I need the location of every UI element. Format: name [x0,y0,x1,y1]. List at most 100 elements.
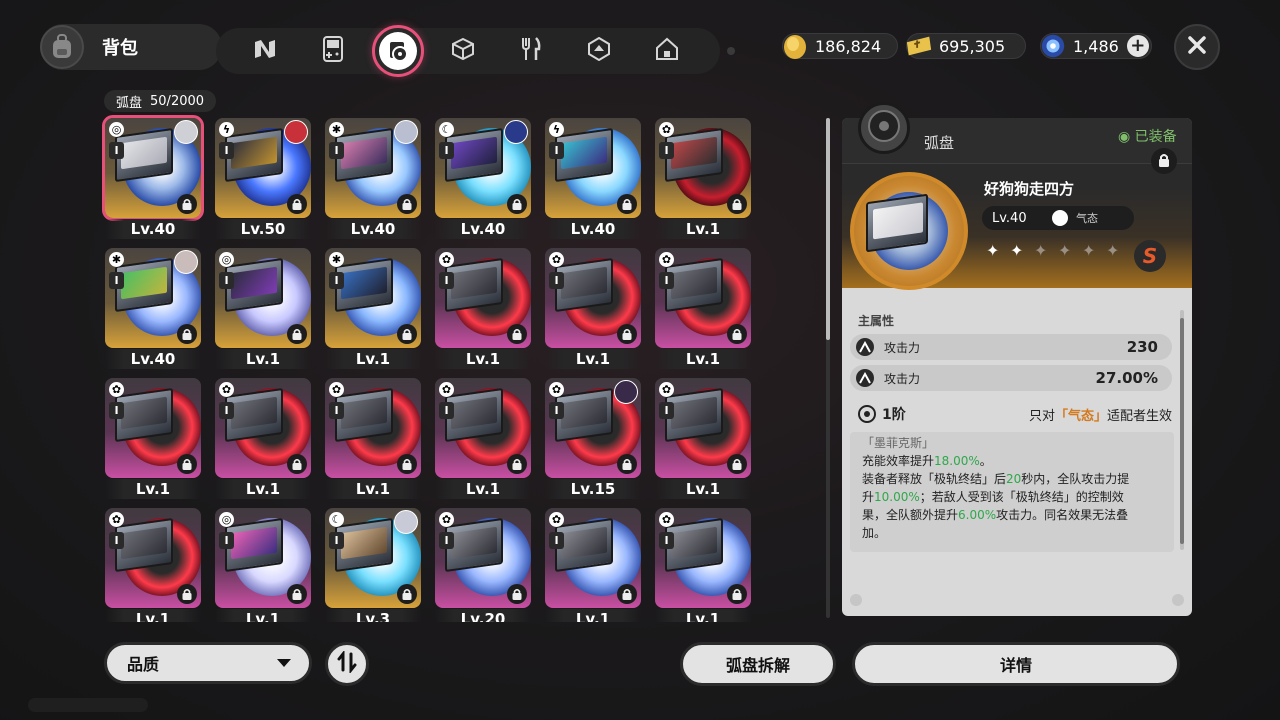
disc-card[interactable]: ✿ I [435,248,531,348]
quality-filter-dropdown[interactable]: 品质 [104,642,312,684]
rank-badge: I [439,272,454,289]
quality-filter-label: 品质 [127,655,160,674]
lock-icon[interactable] [177,194,197,214]
disc-card[interactable]: ✱ I [325,248,421,348]
lock-icon[interactable] [507,454,527,474]
lock-icon[interactable] [617,194,637,214]
tab-badge[interactable] [575,27,623,75]
disc-effect-text: 「墨菲克斯」 充能效率提升18.00%。 装备者释放「极轨终结」后20秒内，全队攻… [850,432,1174,552]
lock-icon[interactable] [287,324,307,344]
tier-note-attr: 「气态」 [1054,408,1107,424]
rank-badge: I [439,532,454,549]
lock-icon[interactable] [507,324,527,344]
badge-icon [587,36,611,65]
equipped-agent-avatar [284,120,308,144]
disc-card[interactable]: ◎ I [102,115,204,221]
disc-level-label: Lv.1 [105,479,201,499]
disc-card[interactable]: ◎ I [215,248,311,348]
sort-order-button[interactable] [325,642,369,686]
lock-icon[interactable] [287,584,307,604]
disc-card[interactable]: ✿ I [105,378,201,478]
lock-icon[interactable] [287,194,307,214]
gold-coin-icon [781,32,809,60]
cube-icon [451,37,475,65]
lock-icon[interactable] [727,454,747,474]
disc-level-label: Lv.1 [105,609,201,622]
backpack-icon [40,25,84,69]
lock-icon[interactable] [507,194,527,214]
lock-icon[interactable] [177,584,197,604]
lock-icon[interactable] [287,454,307,474]
tab-cube[interactable] [439,27,487,75]
lock-icon[interactable] [507,584,527,604]
disc-card[interactable]: ✿ I [655,508,751,608]
effect-line: 装备者释放「极轨终结」后20秒内，全队攻击力提 [862,470,1162,488]
disc-card[interactable]: ✿ I [545,378,641,478]
disc-count-value: 50/2000 [150,93,205,109]
disc-card[interactable]: ✿ I [325,378,421,478]
disc-card[interactable]: ϟI [215,118,311,218]
attribute-icon: ✿ [549,512,564,527]
disc-card[interactable]: ✿ I [215,378,311,478]
attribute-icon: ϟ [549,122,564,137]
disc-card[interactable]: ✿ I [655,118,751,218]
star-icon: ✦ [986,241,1000,260]
disc-attribute-label: 气态 [1076,212,1098,225]
lock-icon[interactable] [397,454,417,474]
disc-card[interactable]: ✿ I [435,378,531,478]
disc-card[interactable]: ✿ I [545,248,641,348]
rank-badge: I [219,532,234,549]
details-button[interactable]: 详情 [852,642,1180,686]
disc-card[interactable]: ◎ I [215,508,311,608]
lock-icon[interactable] [397,194,417,214]
tab-disc[interactable] [372,25,424,77]
equipped-status: ◉ 已装备 [1118,129,1177,145]
lock-icon[interactable] [727,194,747,214]
tab-gameboy[interactable] [309,27,357,75]
tab-house[interactable] [643,27,691,75]
disc-level-label: Lv.20 [435,609,531,622]
star-icon: ✦ [1082,241,1096,260]
disc-card[interactable]: ✿ I [655,378,751,478]
gameboy-icon [322,36,344,66]
lock-icon[interactable] [727,324,747,344]
rank-badge: I [219,142,234,159]
close-button[interactable] [1174,24,1220,70]
lock-icon[interactable] [177,324,197,344]
grid-scrollbar-thumb[interactable] [826,118,830,340]
lock-icon[interactable] [617,584,637,604]
effect-value: 6.00% [958,508,997,522]
add-currency-button[interactable]: + [1126,35,1149,57]
disc-card[interactable]: ☾ I [435,118,531,218]
attribute-icon: ◎ [109,122,124,137]
disc-card[interactable]: ✿ I [655,248,751,348]
disc-card[interactable]: ☾ I [325,508,421,608]
tier-label: 1阶 [882,407,906,423]
rank-badge: I [549,402,564,419]
lock-icon[interactable] [177,454,197,474]
rank-badge: I [549,142,564,159]
disc-card[interactable]: ϟI [545,118,641,218]
disc-card[interactable]: ✿ I [105,508,201,608]
corner-dot [1172,594,1184,606]
lock-icon[interactable] [727,584,747,604]
fork-knife-icon [519,36,543,66]
lock-icon[interactable] [617,324,637,344]
disc-card[interactable]: ✿ I [435,508,531,608]
lock-icon[interactable] [617,454,637,474]
attribute-icon: ✱ [109,252,124,267]
disc-card[interactable]: ✱ I [105,248,201,348]
lock-icon[interactable] [397,324,417,344]
rank-badge: I [439,142,454,159]
detail-scrollbar-thumb[interactable] [1180,318,1184,544]
detail-lock-button[interactable] [1151,148,1177,174]
disc-dismantle-button[interactable]: 弧盘拆解 [680,642,836,686]
disc-card[interactable]: ✿ I [545,508,641,608]
detail-disc-cover [866,193,928,253]
lock-icon[interactable] [397,584,417,604]
effect-value: 10.00% [874,490,920,504]
disc-card[interactable]: ✱ I [325,118,421,218]
tab-food[interactable] [507,27,555,75]
tab-n-logo[interactable] [241,27,289,75]
attribute-icon: ◎ [219,512,234,527]
